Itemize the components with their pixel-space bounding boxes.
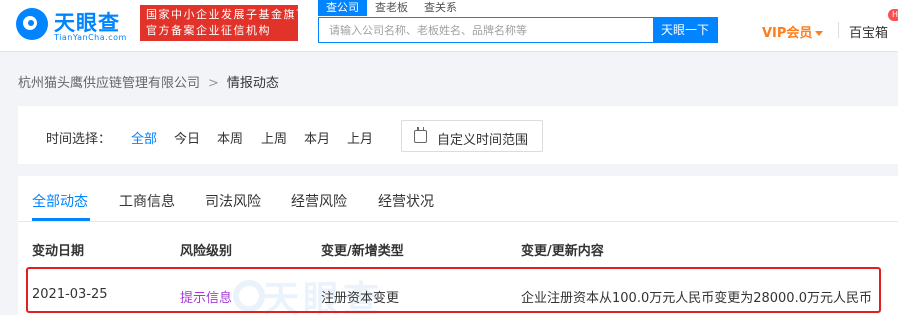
breadcrumb-current: 情报动态 xyxy=(226,76,279,91)
logo[interactable]: 天眼查 TianYanCha.com xyxy=(16,6,134,46)
category-tabs: 全部动态 工商信息 司法风险 经营风险 经营状况 xyxy=(18,176,898,222)
column-header-change-content: 变更/更新内容 xyxy=(521,244,604,259)
time-option-all[interactable]: 全部 xyxy=(131,128,157,147)
search-input[interactable] xyxy=(319,18,653,42)
search-tab-company[interactable]: 查公司 xyxy=(318,0,367,16)
time-option-last-week[interactable]: 上周 xyxy=(261,128,287,147)
time-filter-label: 时间选择： xyxy=(46,132,112,147)
time-option-this-week[interactable]: 本周 xyxy=(217,128,243,147)
vip-member-menu[interactable]: VIP会员 xyxy=(762,22,824,41)
tab-judicial-risk[interactable]: 司法风险 xyxy=(205,191,261,211)
cell-date: 2021-03-25 xyxy=(32,287,108,302)
treasure-box-menu[interactable]: 百宝箱 xyxy=(849,22,888,41)
hot-badge: H xyxy=(888,9,898,21)
search-tab-boss[interactable]: 查老板 xyxy=(367,0,416,16)
vip-label: VIP会员 xyxy=(762,26,813,41)
column-header-date: 变动日期 xyxy=(32,244,85,259)
tab-all-dynamics[interactable]: 全部动态 xyxy=(32,191,88,211)
time-option-today[interactable]: 今日 xyxy=(174,128,200,147)
time-option-last-month[interactable]: 上月 xyxy=(347,128,373,147)
breadcrumb: 杭州猫头鹰供应链管理有限公司 > 情报动态 xyxy=(18,72,279,91)
tab-operating-status[interactable]: 经营状况 xyxy=(378,191,434,211)
header-divider xyxy=(838,22,839,38)
column-header-change-type: 变更/新增类型 xyxy=(321,244,404,259)
tab-operating-risk[interactable]: 经营风险 xyxy=(291,191,347,211)
cell-risk-level-link[interactable]: 提示信息 xyxy=(180,287,232,306)
logo-eye-icon xyxy=(16,8,48,40)
active-tab-indicator xyxy=(32,218,90,221)
search-type-tabs: 查公司 查老板 查关系 xyxy=(318,0,465,16)
gov-badge-line1: 国家中小企业发展子基金旗下 xyxy=(146,8,298,21)
top-header: 天眼查 TianYanCha.com 国家中小企业发展子基金旗下 官方备案企业征… xyxy=(0,0,898,52)
custom-time-range-label: 自定义时间范围 xyxy=(437,133,529,148)
column-header-risk-level: 风险级别 xyxy=(180,244,233,259)
search-button[interactable]: 天眼一下 xyxy=(653,18,717,42)
search-tab-relation[interactable]: 查关系 xyxy=(416,0,465,16)
cell-change-content: 企业注册资本从100.0万元人民币变更为28000.0万元人民币 xyxy=(521,291,872,306)
time-filter-panel: 时间选择： 全部 今日 本周 上周 本月 上月 自定义时间范围 xyxy=(18,106,898,164)
time-option-this-month[interactable]: 本月 xyxy=(304,128,330,147)
calendar-icon xyxy=(414,127,427,143)
dynamics-panel: 全部动态 工商信息 司法风险 经营风险 经营状况 变动日期 风险级别 变更/新增… xyxy=(18,176,898,315)
gov-endorsement-badge: 国家中小企业发展子基金旗下 官方备案企业征信机构 xyxy=(140,5,298,41)
search-box: 天眼一下 xyxy=(318,17,718,43)
logo-url: TianYanCha.com xyxy=(54,33,127,42)
breadcrumb-company-link[interactable]: 杭州猫头鹰供应链管理有限公司 xyxy=(18,76,200,91)
tab-business-info[interactable]: 工商信息 xyxy=(119,191,175,211)
cell-change-type: 注册资本变更 xyxy=(321,291,400,306)
gov-badge-line2: 官方备案企业征信机构 xyxy=(146,24,271,37)
caret-down-icon xyxy=(815,31,824,36)
custom-time-range-button[interactable]: 自定义时间范围 xyxy=(401,120,543,152)
breadcrumb-arrow-icon: > xyxy=(208,76,219,91)
